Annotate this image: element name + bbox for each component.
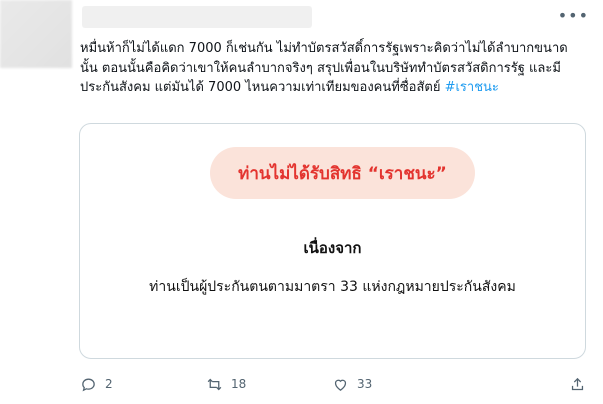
reason-body: ท่านเป็นผู้ประกันตนตามมาตรา 33 แห่งกฎหมา…	[149, 279, 516, 295]
like-count: 33	[357, 377, 373, 391]
hashtag-link[interactable]: #เราชนะ	[445, 80, 499, 95]
pill-text: ท่านไม่ได้รับสิทธิ “เราชนะ”	[238, 163, 447, 184]
retweet-button[interactable]: 18	[206, 376, 332, 393]
author-name-blurred[interactable]	[82, 6, 312, 28]
reply-button[interactable]: 2	[80, 376, 206, 393]
retweet-icon	[207, 378, 222, 390]
like-icon	[334, 379, 347, 391]
reply-count: 2	[105, 377, 113, 391]
tweet-actions: 2 18 33	[80, 372, 590, 396]
reason-heading: เนื่องจาก	[303, 239, 362, 257]
ineligible-pill: ท่านไม่ได้รับสิทธิ “เราชนะ”	[210, 147, 475, 199]
more-icon[interactable]: •••	[558, 8, 589, 24]
attached-image-card[interactable]: ท่านไม่ได้รับสิทธิ “เราชนะ” เนื่องจาก ท่…	[79, 123, 586, 359]
avatar[interactable]	[0, 0, 72, 68]
share-icon	[571, 377, 584, 390]
share-button[interactable]	[569, 376, 586, 393]
retweet-count: 18	[231, 377, 247, 391]
tweet-text: หมื่นห้าก็ไม่ได้แดก 7000 ก็เช่นกัน ไม่ทำ…	[80, 39, 580, 98]
like-button[interactable]: 33	[332, 376, 458, 393]
reply-icon	[82, 378, 95, 391]
